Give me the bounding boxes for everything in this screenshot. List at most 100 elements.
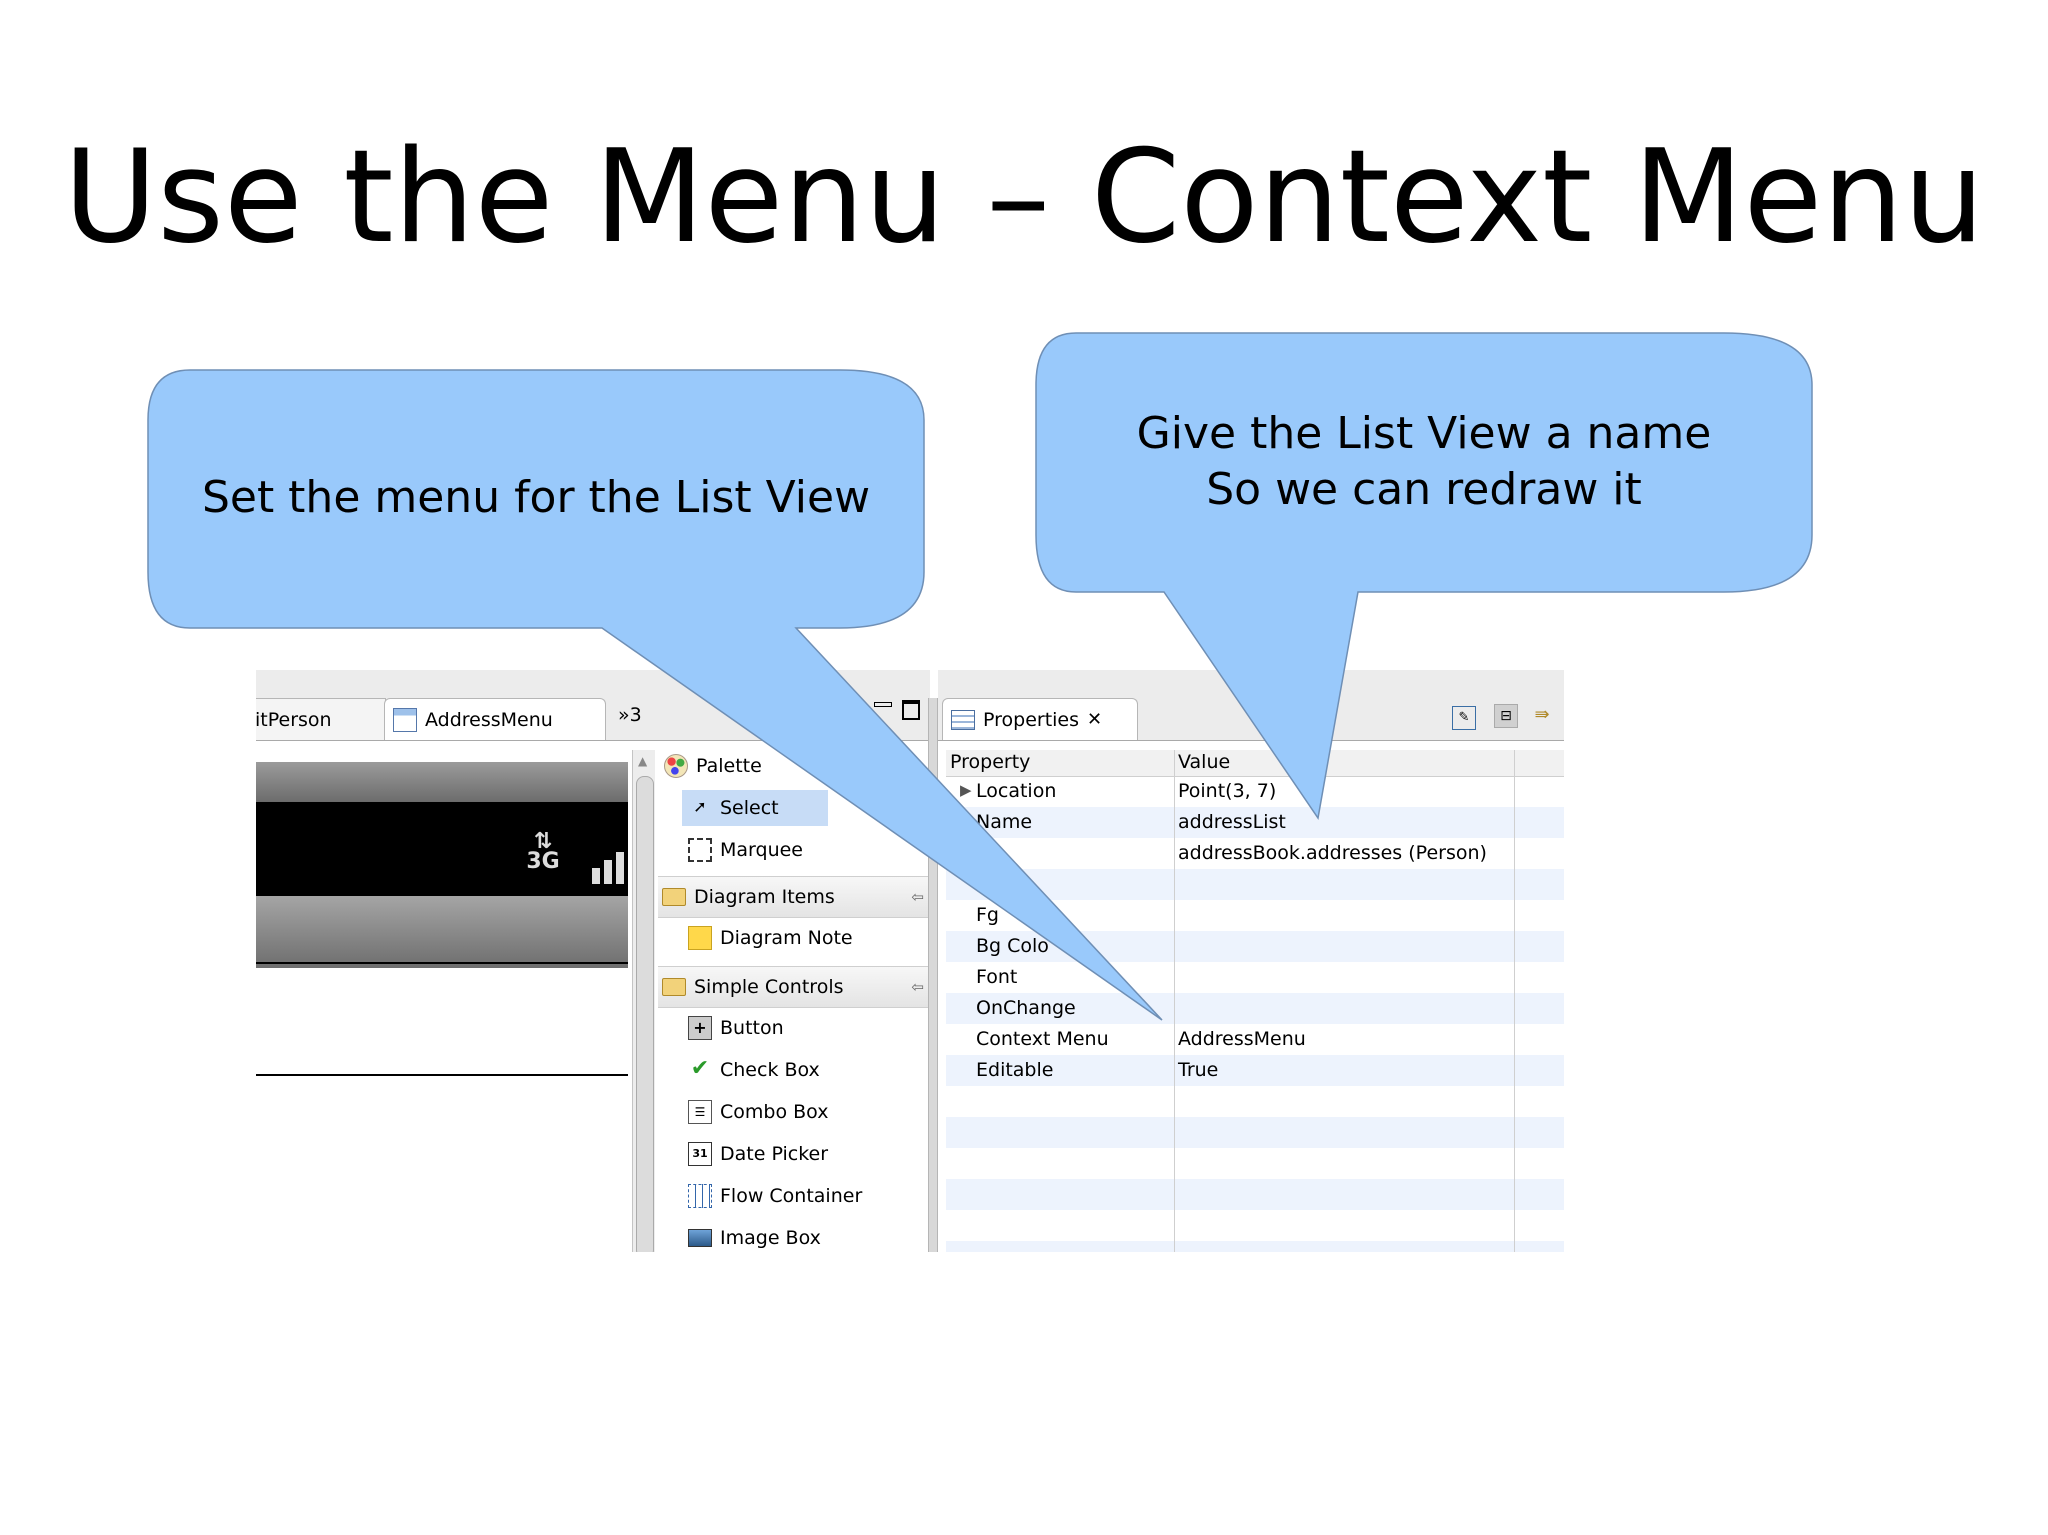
tab-addressmenu[interactable]: AddressMenu: [384, 698, 606, 740]
palette-group-label: Diagram Items: [694, 886, 835, 908]
expand-triangle-icon[interactable]: ▶: [960, 781, 972, 799]
arrow-cursor-icon: ➚: [693, 797, 707, 816]
callout-right-line: Give the List View a name: [1136, 408, 1712, 459]
palette-item-label: Select: [720, 797, 779, 819]
folder-icon: [662, 978, 686, 996]
property-value[interactable]: AddressMenu: [1178, 1028, 1306, 1050]
property-value[interactable]: True: [1178, 1059, 1218, 1081]
property-row-context-menu[interactable]: Context Menu AddressMenu: [946, 1024, 1564, 1055]
column-header-value[interactable]: Value: [1178, 751, 1230, 773]
palette-icon: [664, 754, 688, 778]
tab-itperson[interactable]: itPerson: [256, 698, 386, 740]
pin-icon[interactable]: ✎: [1452, 706, 1476, 730]
filter-icon[interactable]: ⇛: [1530, 704, 1554, 728]
palette-group-simple-controls[interactable]: Simple Controls ⇦: [658, 966, 930, 1008]
tab-label: AddressMenu: [425, 708, 553, 731]
palette-item-check-box[interactable]: ✔ Check Box: [658, 1050, 956, 1090]
network-type: 3G: [526, 849, 560, 874]
scroll-up-icon[interactable]: ▲: [638, 754, 647, 768]
column-separator[interactable]: [1514, 750, 1515, 1252]
calendar-icon: 31: [688, 1142, 712, 1166]
tab-overflow[interactable]: »3: [618, 704, 642, 726]
palette-item-flow-container[interactable]: Flow Container: [658, 1176, 956, 1216]
palette-item-label: Date Picker: [720, 1143, 829, 1165]
property-row-data[interactable]: ta addressBook.addresses (Person): [946, 838, 1564, 869]
property-row-location[interactable]: ▶ Location Point(3, 7): [946, 776, 1564, 807]
slide-title: Use the Menu – Context Menu: [63, 123, 1985, 272]
property-row-bg-color[interactable]: Bg Colo: [946, 931, 1564, 962]
note-icon: [688, 926, 712, 950]
marquee-icon: [688, 838, 712, 862]
property-row-4[interactable]: w: [946, 869, 1564, 900]
scroll-thumb[interactable]: [636, 776, 654, 1252]
phone-header-bar: [256, 762, 628, 802]
divider-line: [256, 1074, 628, 1076]
property-key: Bg Colo: [976, 935, 1049, 957]
column-separator[interactable]: [1174, 750, 1175, 1252]
palette-item-label: Combo Box: [720, 1101, 829, 1123]
maximize-icon[interactable]: [902, 700, 920, 720]
callout-left-text: Set the menu for the List View: [201, 472, 871, 523]
close-icon[interactable]: ✕: [1087, 709, 1102, 730]
palette-item-button[interactable]: + Button: [658, 1008, 956, 1048]
empty-row: [946, 1086, 1564, 1117]
panel-sash[interactable]: [928, 698, 938, 1252]
property-key: Name: [976, 811, 1033, 833]
palette-group-label: Simple Controls: [694, 976, 844, 998]
callout-right-line: So we can redraw it: [1206, 464, 1642, 515]
editor-tab-bar: itPerson AddressMenu »3: [256, 670, 930, 741]
palette-item-label: Flow Container: [720, 1185, 863, 1207]
palette-group-diagram-items[interactable]: Diagram Items ⇦: [658, 876, 930, 918]
palette-item-date-picker[interactable]: 31 Date Picker: [658, 1134, 956, 1174]
property-value[interactable]: addressList: [1178, 811, 1286, 833]
form-icon: [393, 707, 417, 732]
property-value[interactable]: Point(3, 7): [1178, 780, 1276, 802]
signal-icon: [592, 852, 628, 884]
property-value[interactable]: addressBook.addresses (Person): [1178, 842, 1487, 864]
property-key: Font: [976, 966, 1018, 988]
flow-container-icon: [688, 1184, 712, 1208]
column-header-property[interactable]: Property: [950, 751, 1030, 773]
properties-header: Property Value: [946, 750, 1564, 777]
phone-status-bar: ⇅ 3G: [256, 802, 628, 896]
empty-row: [946, 1148, 1564, 1179]
palette-item-label: Button: [720, 1017, 784, 1039]
phone-title-bar: [256, 896, 628, 968]
empty-row: [946, 1241, 1564, 1252]
tree-view-icon[interactable]: ⊟: [1494, 704, 1518, 728]
property-row-name[interactable]: Name addressList: [946, 807, 1564, 838]
empty-row: [946, 1210, 1564, 1241]
property-row-font[interactable]: Font: [946, 962, 1564, 993]
button-icon: +: [688, 1016, 712, 1040]
tab-properties[interactable]: Properties ✕: [942, 698, 1138, 740]
palette-item-combo-box[interactable]: ☰ Combo Box: [658, 1092, 956, 1132]
collapse-icon[interactable]: ⇦: [911, 978, 924, 996]
property-key: Location: [976, 780, 1057, 802]
image-icon: [688, 1229, 712, 1247]
palette-title-label: Palette: [696, 755, 762, 777]
property-row-fg[interactable]: Fg: [946, 900, 1564, 931]
palette-item-select[interactable]: ➚ Select: [658, 788, 956, 828]
property-key: ta: [976, 842, 996, 864]
property-row-editable[interactable]: Editable True: [946, 1055, 1564, 1086]
empty-row: [946, 1117, 1564, 1148]
palette-title[interactable]: Palette: [658, 746, 932, 786]
palette-item-marquee[interactable]: Marquee: [658, 830, 956, 870]
empty-row: [946, 1179, 1564, 1210]
ide-screenshot: itPerson AddressMenu »3 ⇅ 3G ▲ Palette ➚…: [256, 670, 1564, 1252]
properties-table: Property Value ▶ Location Point(3, 7) Na…: [946, 750, 1564, 1252]
minimize-icon[interactable]: [874, 702, 892, 707]
palette-item-label: Marquee: [720, 839, 803, 861]
palette-item-label: Diagram Note: [720, 927, 853, 949]
canvas-scrollbar[interactable]: ▲: [632, 750, 655, 1252]
tab-label: itPerson: [256, 708, 332, 731]
divider-line: [256, 962, 628, 964]
collapse-icon[interactable]: ⇦: [911, 888, 924, 906]
property-key: Fg: [976, 904, 999, 926]
property-row-onchange[interactable]: OnChange: [946, 993, 1564, 1024]
palette-item-diagram-note[interactable]: Diagram Note: [658, 918, 956, 958]
property-key: OnChange: [976, 997, 1076, 1019]
properties-tab-bar: Properties ✕ ✎ ⊟ ⇛: [938, 670, 1564, 741]
palette-item-image-box[interactable]: Image Box: [658, 1218, 956, 1252]
properties-icon: [951, 709, 975, 730]
